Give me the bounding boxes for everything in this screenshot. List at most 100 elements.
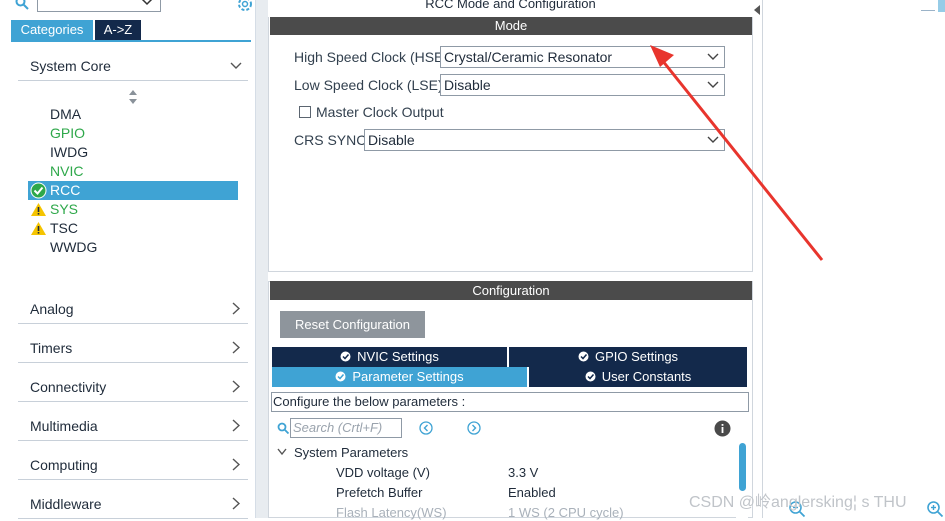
tab-label: User Constants (601, 369, 692, 384)
hse-value: Crystal/Ceramic Resonator (444, 49, 613, 65)
divider (762, 0, 763, 518)
chevron-right-icon (232, 497, 240, 510)
search-icon[interactable] (277, 422, 289, 434)
master-clock-output-label: Master Clock Output (316, 104, 444, 120)
category-system-core[interactable]: System Core (18, 51, 248, 81)
chevron-down-icon (707, 81, 719, 88)
divider (921, 10, 935, 11)
system-core-item-gpio[interactable]: GPIO (28, 124, 238, 143)
configuration-header: Configuration (270, 281, 752, 300)
tab-gpio-settings[interactable]: GPIO Settings (509, 347, 747, 367)
chevron-right-icon (232, 380, 240, 393)
check-circle-icon (578, 351, 589, 362)
filter-dropdown[interactable] (37, 0, 161, 12)
category-timers[interactable]: Timers (18, 333, 248, 363)
category-label: Computing (30, 457, 98, 473)
warning-icon (31, 203, 46, 216)
chevron-down-icon (141, 0, 153, 6)
chevron-right-icon (232, 341, 240, 354)
item-label: DMA (50, 106, 82, 122)
param-name: Prefetch Buffer (336, 485, 423, 500)
search-input[interactable]: Search (Crtl+F) (290, 418, 402, 438)
param-value[interactable]: 1 WS (2 CPU cycle) (508, 505, 624, 521)
category-label: Analog (30, 301, 74, 317)
chevron-down-icon (707, 136, 719, 143)
lse-label: Low Speed Clock (LSE) (294, 77, 443, 93)
item-label: IWDG (50, 144, 89, 160)
group-label: System Parameters (294, 445, 409, 460)
reset-configuration-button[interactable]: Reset Configuration (280, 311, 425, 338)
param-name: VDD voltage (V) (336, 465, 430, 480)
category-label: System Core (30, 58, 111, 74)
system-core-item-rcc[interactable]: RCC (28, 181, 238, 200)
category-analog[interactable]: Analog (18, 294, 248, 324)
crs-sync-label: CRS SYNC (294, 132, 367, 148)
next-result-icon[interactable] (467, 421, 481, 435)
category-label: Middleware (30, 496, 102, 512)
info-icon[interactable] (714, 420, 731, 437)
crs-sync-select[interactable]: Disable (364, 129, 725, 151)
check-circle-icon (340, 351, 351, 362)
tab-label: Parameter Settings (352, 369, 464, 384)
hse-select[interactable]: Crystal/Ceramic Resonator (440, 46, 725, 68)
tab-parameter-settings[interactable]: Parameter Settings (272, 367, 527, 387)
category-multimedia[interactable]: Multimedia (18, 411, 248, 441)
chevron-right-icon (232, 419, 240, 432)
left-panel: Categories A->Z System Core DMA GPIO IWD… (8, 0, 256, 519)
configure-parameters-label: Configure the below parameters : (271, 392, 749, 412)
search-icon[interactable] (15, 0, 29, 10)
system-core-item-sys[interactable]: SYS (28, 200, 238, 219)
tab-underline (11, 40, 251, 42)
param-value[interactable]: 3.3 V (508, 465, 538, 481)
mode-window-title: RCC Mode and Configuration (268, 0, 753, 17)
system-core-item-dma[interactable]: DMA (28, 105, 238, 124)
tab-a-to-z[interactable]: A->Z (95, 20, 141, 40)
lse-value: Disable (444, 77, 491, 93)
chevron-down-icon (707, 53, 719, 60)
item-label: WWDG (50, 239, 98, 255)
item-label: SYS (50, 201, 79, 217)
param-value[interactable]: Enabled (508, 485, 556, 501)
category-label: Connectivity (30, 379, 107, 395)
system-core-item-tsc[interactable]: TSC (28, 219, 238, 238)
tab-label: GPIO Settings (594, 349, 679, 364)
view-tab-marker[interactable] (938, 0, 945, 12)
category-middleware[interactable]: Middleware (18, 489, 248, 519)
lse-select[interactable]: Disable (440, 74, 725, 96)
system-core-item-iwdg[interactable]: IWDG (28, 143, 238, 162)
scrollbar-thumb[interactable] (739, 443, 746, 491)
item-label: GPIO (50, 125, 86, 141)
item-label: RCC (50, 182, 81, 198)
check-circle-icon (335, 371, 346, 382)
watermark-text: CSDN @岭anglersking¦ s THU (689, 494, 907, 511)
category-label: Multimedia (30, 418, 98, 434)
tab-categories[interactable]: Categories (11, 20, 93, 40)
chevron-down-icon (230, 62, 242, 69)
hse-label: High Speed Clock (HSE) (294, 49, 449, 65)
chevron-left-icon[interactable] (753, 4, 761, 16)
mode-header: Mode (270, 17, 752, 35)
tab-user-constants[interactable]: User Constants (529, 367, 747, 387)
category-computing[interactable]: Computing (18, 450, 248, 480)
previous-result-icon[interactable] (419, 421, 433, 435)
system-core-item-wwdg[interactable]: WWDG (28, 238, 238, 257)
check-circle-icon (30, 182, 47, 199)
chevron-right-icon (232, 302, 240, 315)
tab-label: NVIC Settings (357, 349, 439, 364)
gear-icon[interactable] (236, 0, 254, 13)
sort-icon[interactable] (128, 89, 138, 105)
item-label: NVIC (50, 163, 84, 179)
master-clock-output-checkbox[interactable] (299, 106, 311, 118)
chevron-down-icon (277, 448, 287, 456)
chevron-right-icon (232, 458, 240, 471)
system-core-item-nvic[interactable]: NVIC (28, 162, 238, 181)
crs-sync-value: Disable (368, 132, 415, 148)
system-parameters-group[interactable]: System Parameters (277, 445, 408, 461)
tab-nvic-settings[interactable]: NVIC Settings (272, 347, 507, 367)
category-label: Timers (30, 340, 73, 356)
zoom-in-icon[interactable] (926, 500, 944, 518)
panel-splitter[interactable] (256, 0, 268, 518)
category-connectivity[interactable]: Connectivity (18, 372, 248, 402)
right-view-area (753, 0, 945, 518)
warning-icon (31, 222, 46, 235)
